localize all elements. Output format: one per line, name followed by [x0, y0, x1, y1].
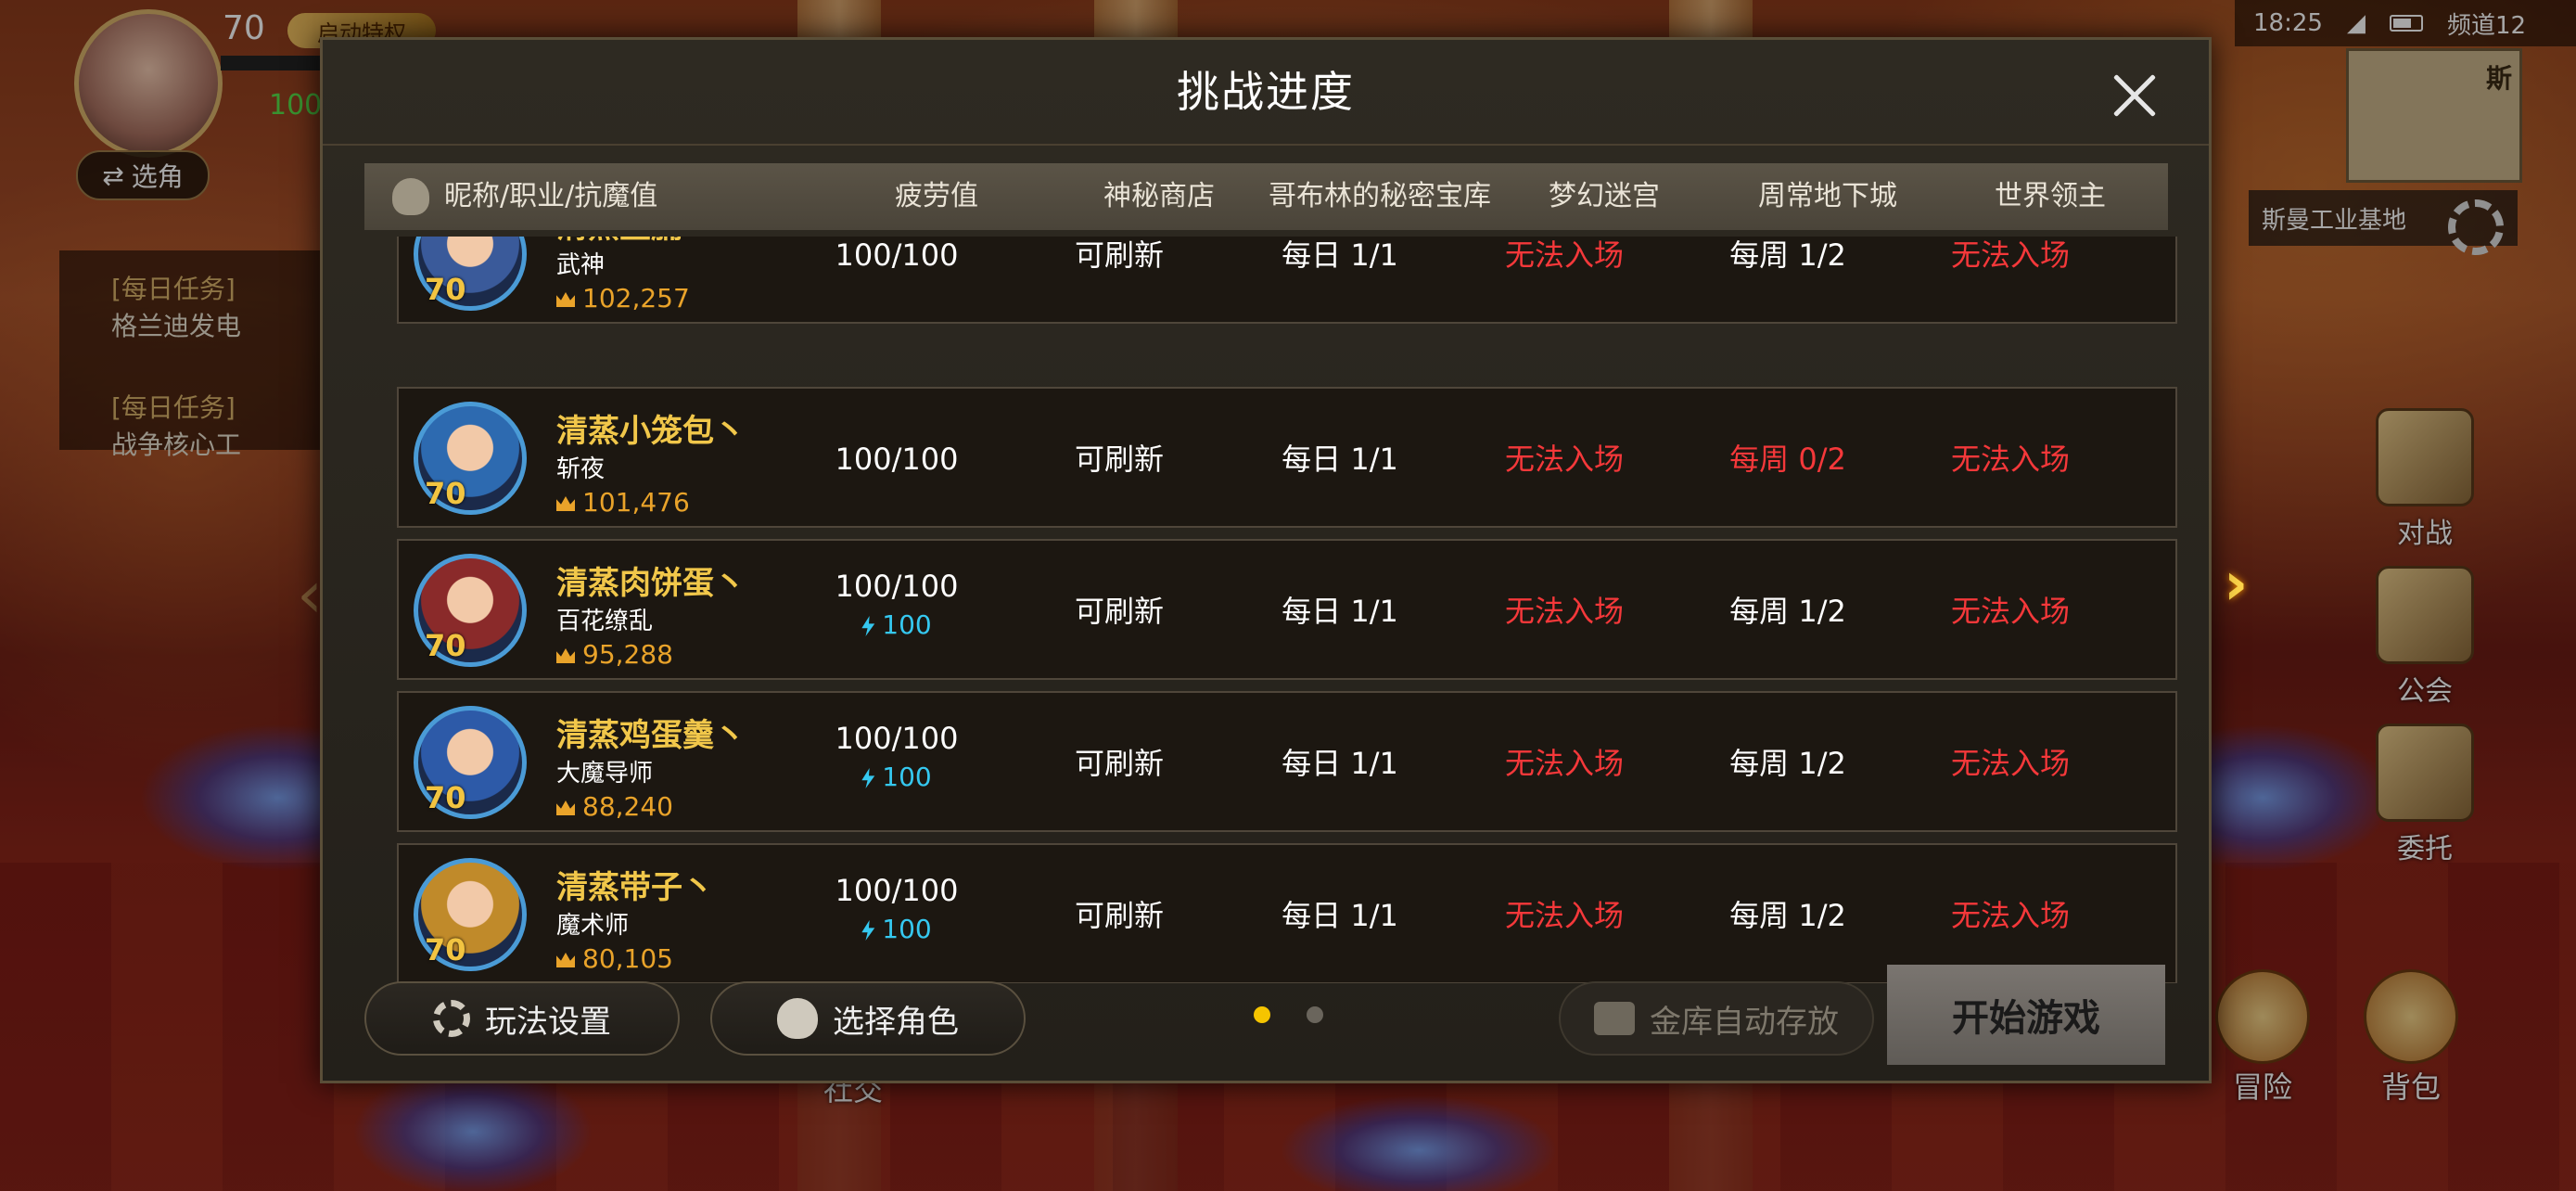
dream-maze-cell: 无法入场	[1504, 442, 1625, 477]
character-class: 百花缭乱	[556, 608, 654, 635]
goblin-vault-cell: 每日 1/1	[1282, 594, 1398, 629]
dream-maze-cell: 无法入场	[1504, 746, 1625, 781]
goblin-vault-cell: 每日 1/1	[1282, 898, 1398, 933]
character-level: 70	[425, 932, 466, 967]
header-mystery-shop: 神秘商店	[1103, 180, 1215, 212]
page-indicator-dot[interactable]	[1254, 1006, 1270, 1023]
character-level: 70	[425, 628, 466, 663]
crown-icon	[556, 496, 575, 511]
fatigue-cell: 100/100	[835, 237, 959, 273]
weekly-dungeon-cell: 每周 1/2	[1729, 898, 1846, 933]
character-list[interactable]: 70 清蒸里脯丶 武神 102,257 100/100 可刷新 每日 1/1 无…	[397, 237, 2177, 983]
mystery-shop-cell: 可刷新	[1074, 898, 1165, 933]
fatigue-cell: 100/100	[835, 442, 959, 477]
character-row[interactable]: 70 清蒸肉饼蛋丶 百花缭乱 95,288 100/100 100 可刷新 每日 …	[397, 539, 2177, 680]
lightning-icon	[861, 616, 875, 636]
fatigue-cell: 100/100 100	[835, 721, 959, 792]
close-icon[interactable]	[2102, 63, 2167, 128]
header-goblin-vault: 哥布林的秘密宝库	[1269, 180, 1491, 212]
goblin-vault-cell: 每日 1/1	[1282, 746, 1398, 781]
character-name: 清蒸小笼包丶	[556, 413, 746, 450]
table-header: 昵称/职业/抗魔值 疲劳值 神秘商店 哥布林的秘密宝库 梦幻迷宫 周常地下城 世…	[364, 163, 2168, 230]
header-weekly-dungeon: 周常地下城	[1758, 180, 1897, 212]
fatigue-cell: 100/100 100	[835, 873, 959, 944]
goblin-vault-cell: 每日 1/1	[1282, 237, 1398, 273]
header-dream-maze: 梦幻迷宫	[1549, 180, 1660, 212]
start-game-button[interactable]: 开始游戏	[1887, 965, 2165, 1065]
anti-magic-value: 80,105	[556, 943, 673, 974]
world-lord-cell: 无法入场	[1950, 237, 2071, 273]
dialog-title: 挑战进度	[1177, 67, 1355, 117]
character-row[interactable]: 70 清蒸里脯丶 武神 102,257 100/100 可刷新 每日 1/1 无…	[397, 237, 2177, 324]
character-class: 武神	[556, 251, 606, 279]
gear-icon	[433, 1000, 470, 1037]
header-name: 昵称/职业/抗魔值	[444, 180, 658, 212]
mystery-shop-cell: 可刷新	[1074, 237, 1165, 273]
anti-magic-value: 95,288	[556, 639, 673, 670]
world-lord-cell: 无法入场	[1950, 594, 2071, 629]
anti-magic-value: 101,476	[556, 487, 690, 518]
world-lord-cell: 无法入场	[1950, 746, 2071, 781]
chevron-right-icon[interactable]: ›	[2224, 555, 2279, 614]
character-name: 清蒸肉饼蛋丶	[556, 565, 746, 602]
character-class: 魔术师	[556, 912, 630, 940]
divider	[323, 144, 2209, 146]
world-lord-cell: 无法入场	[1950, 442, 2071, 477]
dream-maze-cell: 无法入场	[1504, 594, 1625, 629]
goblin-vault-cell: 每日 1/1	[1282, 442, 1398, 477]
character-level: 70	[425, 780, 466, 815]
gameplay-settings-button[interactable]: 玩法设置	[364, 981, 680, 1056]
mystery-shop-cell: 可刷新	[1074, 594, 1165, 629]
select-character-button[interactable]: 选择角色	[710, 981, 1026, 1056]
weekly-dungeon-cell: 每周 1/2	[1729, 237, 1846, 273]
auto-vault-toggle[interactable]: 金库自动存放	[1559, 981, 1874, 1056]
anti-magic-value: 102,257	[556, 283, 690, 314]
character-name: 清蒸鸡蛋羹丶	[556, 717, 746, 754]
character-class: 斩夜	[556, 455, 606, 483]
crown-icon	[556, 953, 575, 967]
character-level: 70	[425, 476, 466, 511]
mystery-shop-cell: 可刷新	[1074, 746, 1165, 781]
dream-maze-cell: 无法入场	[1504, 237, 1625, 273]
character-level: 70	[425, 272, 466, 307]
fatigue-cell: 100/100 100	[835, 569, 959, 640]
fatigue-bonus: 100	[835, 609, 959, 640]
world-lord-cell: 无法入场	[1950, 898, 2071, 933]
weekly-dungeon-cell: 每周 0/2	[1729, 442, 1846, 477]
weekly-dungeon-cell: 每周 1/2	[1729, 746, 1846, 781]
dream-maze-cell: 无法入场	[1504, 898, 1625, 933]
challenge-progress-dialog: 挑战进度 昵称/职业/抗魔值 疲劳值 神秘商店 哥布林的秘密宝库 梦幻迷宫 周常…	[320, 37, 2212, 1083]
chest-icon	[1594, 1002, 1635, 1035]
page-indicator-dot[interactable]	[1307, 1006, 1323, 1023]
crown-icon	[556, 292, 575, 307]
character-row[interactable]: 70 清蒸小笼包丶 斩夜 101,476 100/100 可刷新 每日 1/1 …	[397, 387, 2177, 528]
header-world-lord: 世界领主	[1995, 180, 2106, 212]
fatigue-bonus: 100	[835, 914, 959, 944]
character-row[interactable]: 70 清蒸带子丶 魔术师 80,105 100/100 100 可刷新 每日 1/…	[397, 843, 2177, 983]
lightning-icon	[861, 920, 875, 941]
header-fatigue: 疲劳值	[895, 180, 978, 212]
weekly-dungeon-cell: 每周 1/2	[1729, 594, 1846, 629]
character-class: 大魔导师	[556, 760, 654, 788]
character-name: 清蒸带子丶	[556, 869, 714, 906]
character-row[interactable]: 70 清蒸鸡蛋羹丶 大魔导师 88,240 100/100 100 可刷新 每日 …	[397, 691, 2177, 832]
crown-icon	[556, 648, 575, 663]
anti-magic-value: 88,240	[556, 791, 673, 822]
lightning-icon	[861, 768, 875, 788]
mystery-shop-cell: 可刷新	[1074, 442, 1165, 477]
fatigue-bonus: 100	[835, 762, 959, 792]
character-icon	[777, 998, 818, 1039]
crown-icon	[556, 800, 575, 815]
helmet-icon	[392, 178, 429, 215]
